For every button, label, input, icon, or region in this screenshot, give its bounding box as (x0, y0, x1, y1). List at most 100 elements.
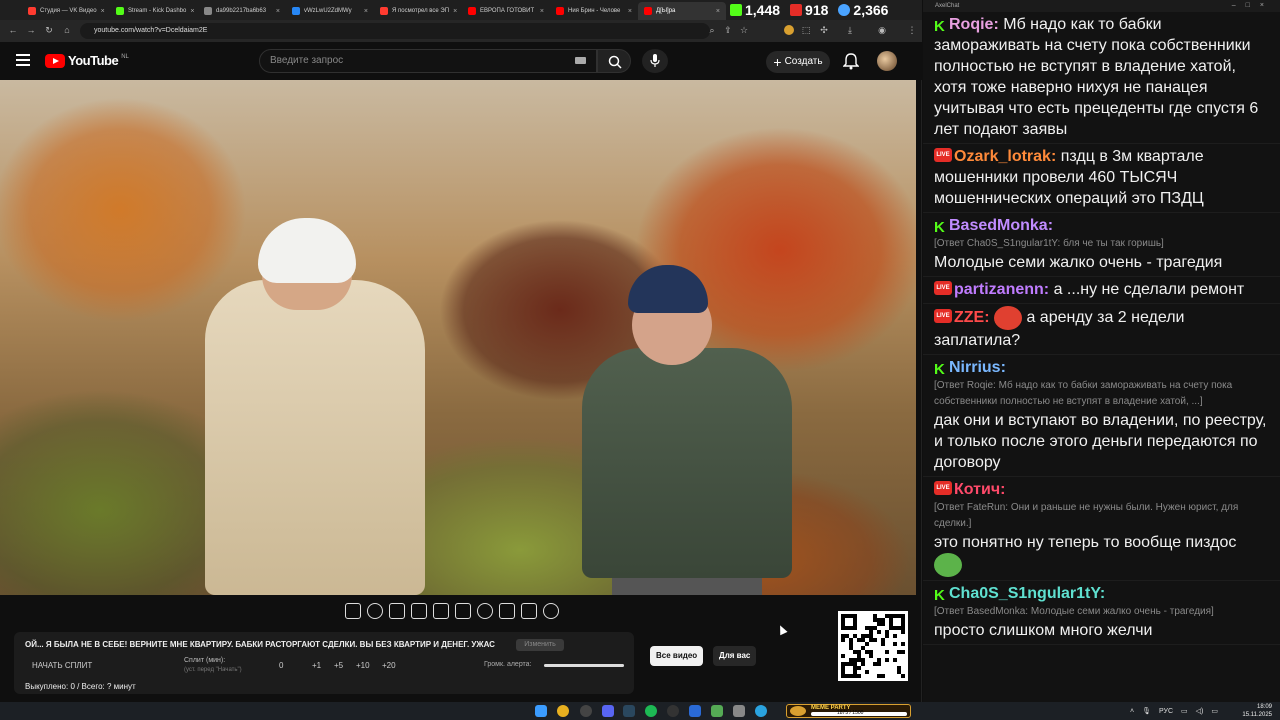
audio-icon[interactable] (367, 603, 383, 619)
app-icon[interactable] (733, 705, 745, 717)
browser-tab[interactable]: vWzLwU2ZdMWy × (286, 2, 374, 20)
add-icon[interactable] (499, 603, 515, 619)
steam-icon[interactable] (623, 705, 635, 717)
settings-gear-icon[interactable] (543, 603, 559, 619)
screenshot-icon[interactable] (389, 603, 405, 619)
browser-tab[interactable]: Я посмотрел все ЭП × (374, 2, 462, 20)
browser-tab-active[interactable]: Д[Ы]ра × (638, 2, 726, 20)
create-button[interactable]: + Создать (766, 51, 830, 73)
clock[interactable]: 18:09 15.11.2025 (1242, 703, 1272, 719)
chat-message-text: а ...ну не сделали ремонт (1053, 281, 1245, 298)
live-icon (790, 4, 803, 16)
live-viewers: 918 (790, 2, 828, 18)
profile-icon[interactable]: ◉ (876, 24, 888, 36)
loop-icon[interactable] (345, 603, 361, 619)
extension-icon[interactable] (784, 25, 794, 35)
app-icon[interactable] (580, 705, 592, 717)
chat-username[interactable]: Nirrius (949, 359, 1001, 376)
chat-message: Nirrius:[Ответ Roqie: Мб надо как то баб… (923, 355, 1280, 477)
windows-start-icon[interactable] (535, 705, 547, 717)
url-field[interactable]: youtube.com/watch?v=Dceldaiam2E (80, 23, 710, 39)
mic-icon[interactable]: 🎙 (1142, 707, 1151, 715)
close-icon[interactable]: × (536, 8, 544, 15)
chat-username[interactable]: Ozark_lotrak (954, 148, 1051, 165)
discord-icon[interactable] (602, 705, 614, 717)
close-icon[interactable]: × (712, 8, 720, 15)
doge-icon (790, 706, 806, 716)
split-add-10-button[interactable]: +10 (356, 661, 370, 670)
search-button[interactable] (597, 49, 631, 73)
reload-icon[interactable]: ↻ (42, 25, 56, 36)
keyboard-icon[interactable] (575, 57, 586, 64)
back-icon[interactable]: ← (6, 25, 20, 35)
split-add-5-button[interactable]: +5 (334, 661, 343, 670)
start-split-button[interactable]: НАЧАТЬ СПЛИТ (32, 661, 92, 670)
youtube-logo[interactable]: YouTube NL (45, 53, 129, 68)
close-icon[interactable]: × (449, 8, 457, 15)
kick-badge-icon (934, 585, 947, 598)
tab-label: ЕВРОПА ГОТОВИТ (480, 8, 535, 14)
split-add-20-button[interactable]: +20 (382, 661, 396, 670)
volume-icon[interactable]: ◁) (1196, 707, 1204, 715)
puzzle-icon[interactable]: ✣ (818, 24, 830, 36)
speed-icon[interactable] (477, 603, 493, 619)
share-icon[interactable]: ⇪ (722, 24, 734, 36)
language-indicator[interactable]: РУС (1159, 708, 1173, 715)
close-icon[interactable]: × (360, 8, 368, 15)
hamburger-menu-icon[interactable] (16, 54, 30, 66)
browser-tab[interactable]: ЕВРОПА ГОТОВИТ × (462, 2, 550, 20)
picture-in-picture-icon[interactable] (433, 603, 449, 619)
chat-username[interactable]: ZZE (954, 309, 984, 326)
app-icon[interactable] (711, 705, 723, 717)
tab-label: Я посмотрел все ЭП (392, 8, 450, 14)
alert-volume-slider[interactable] (544, 664, 624, 667)
account-avatar[interactable] (877, 51, 897, 71)
chat-username[interactable]: BasedMonka (949, 217, 1048, 234)
menu-dots-icon[interactable]: ⋮ (906, 24, 918, 36)
notifications-bell-icon[interactable] (843, 52, 859, 70)
tab-for-you[interactable]: Для вас (713, 646, 757, 666)
browser-tab[interactable]: da99b2217ba6b63 × (198, 2, 286, 20)
chat-username[interactable]: Cha0S_S1ngular1tY (949, 585, 1100, 602)
chat-message: Roqie: Мб надо как то бабки замораживать… (923, 12, 1280, 144)
home-icon[interactable]: ⌂ (60, 25, 74, 35)
chat-username[interactable]: partizanenn (954, 281, 1044, 298)
spotify-icon[interactable] (645, 705, 657, 717)
window-controls[interactable]: –□× (1232, 0, 1274, 12)
split-add-1-button[interactable]: +1 (312, 661, 321, 670)
close-icon[interactable]: × (186, 8, 194, 15)
voice-search-button[interactable] (642, 49, 668, 73)
star-icon[interactable]: ☆ (738, 24, 750, 36)
download-icon[interactable]: ⤓ (844, 24, 856, 36)
obs-icon[interactable] (667, 705, 679, 717)
telegram-icon[interactable] (755, 705, 767, 717)
tab-all-videos[interactable]: Все видео (650, 646, 704, 666)
youtube-icon (556, 7, 564, 15)
video-player[interactable] (0, 80, 916, 595)
close-icon[interactable]: × (272, 8, 280, 15)
zoom-icon[interactable]: ⌕ (706, 24, 718, 36)
camera-icon[interactable] (521, 603, 537, 619)
tab-bar: Студия — VK Видео × Stream - Kick Dashbo ×… (0, 0, 922, 20)
change-button[interactable]: Изменить (516, 639, 564, 651)
network-icon[interactable]: ▭ (1181, 707, 1188, 715)
chat-username[interactable]: Roqie (949, 16, 993, 33)
chat-username[interactable]: Котич (954, 481, 1000, 498)
forward-icon[interactable]: → (24, 25, 38, 35)
media-player-icon[interactable] (689, 705, 701, 717)
browser-tab[interactable]: Студия — VK Видео × (22, 2, 110, 20)
search-input[interactable]: Введите запрос (259, 49, 597, 73)
close-icon[interactable]: × (624, 8, 632, 15)
extension-icon[interactable]: ⬚ (800, 24, 812, 36)
battery-icon[interactable]: ▭ (1211, 707, 1218, 715)
person-left-hat (258, 218, 356, 283)
chrome-icon[interactable] (557, 705, 569, 717)
chevron-up-icon[interactable]: ˄ (1130, 708, 1134, 715)
browser-tab[interactable]: Stream - Kick Dashbo × (110, 2, 198, 20)
live-badge-icon: LIVE (934, 147, 952, 162)
chat-titlebar: AxelChat –□× (923, 0, 1280, 12)
browser-tab[interactable]: Ния Брин - Челове × (550, 2, 638, 20)
cinema-icon[interactable] (455, 603, 471, 619)
clip-icon[interactable] (411, 603, 427, 619)
close-icon[interactable]: × (97, 8, 105, 15)
